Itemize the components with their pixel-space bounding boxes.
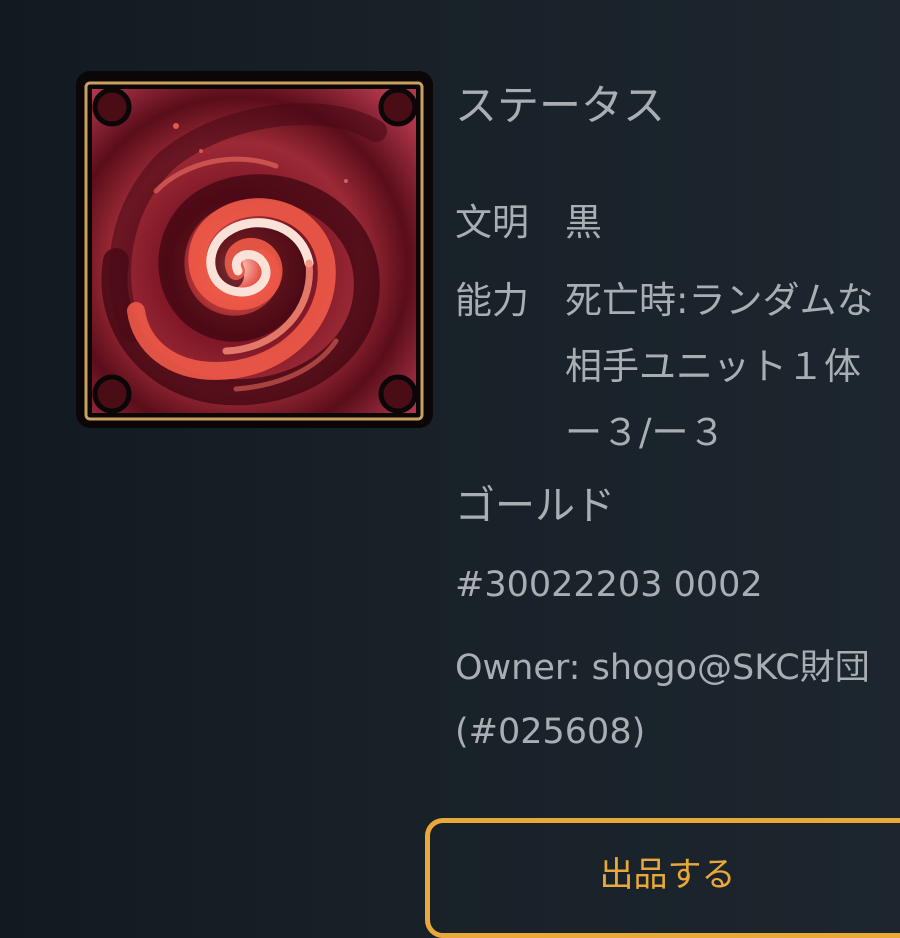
card-image — [76, 71, 433, 428]
ability-label: 能力 — [455, 279, 529, 322]
ability-line: 死亡時:ランダムな — [565, 279, 874, 322]
sell-button[interactable]: 出品する — [425, 818, 900, 938]
sell-button-label: 出品する — [599, 856, 736, 894]
crimson-vortex-art — [84, 81, 424, 421]
ability-text: 死亡時:ランダムな 相手ユニット１体 ー３/ー３ — [565, 268, 873, 466]
ability-line: 相手ユニット１体 — [565, 345, 861, 388]
owner-id: (#025608) — [455, 712, 646, 752]
civilization-value: 黒 — [565, 201, 602, 244]
rarity-label: ゴールド — [455, 483, 615, 529]
civilization-label: 文明 — [455, 201, 529, 244]
owner-info: Owner: shogo@SKC財団 (#025608) — [455, 636, 870, 764]
owner-name: Owner: shogo@SKC財団 — [455, 648, 870, 688]
ability-line: ー３/ー３ — [565, 411, 726, 454]
status-heading: ステータス — [455, 81, 666, 130]
serial-number: #30022203 0002 — [455, 565, 763, 605]
card-details-panel: ステータス 文明 黒 能力 死亡時:ランダムな 相手ユニット１体 ー３/ー３ ゴ… — [455, 0, 900, 900]
